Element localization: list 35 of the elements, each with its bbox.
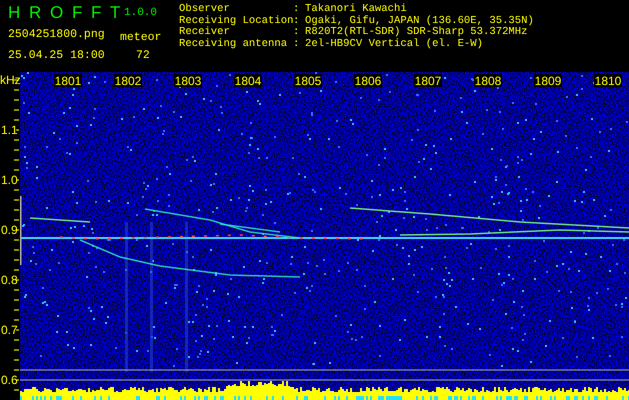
time-label: 1806	[354, 74, 382, 88]
file-name: 2504251800.png	[8, 27, 106, 44]
info-label: Receiving antenna	[179, 38, 288, 50]
time-label: 1808	[474, 74, 502, 88]
frequency-label: 1.1	[1, 123, 18, 137]
version-label: 1.0.0	[123, 6, 158, 21]
frequency-label: 0.6	[1, 373, 18, 387]
time-label: 1805	[294, 74, 322, 88]
time-label: 1801	[54, 74, 82, 88]
info-label: Observer	[179, 4, 231, 15]
time-label: 1810	[594, 74, 622, 88]
frequency-label: 0.8	[1, 273, 18, 287]
info-value: R820T2(RTL-SDR) SDR-Sharp 53.372MHz	[305, 27, 528, 38]
time-label: 1807	[414, 74, 442, 88]
time-label: 1809	[534, 74, 562, 88]
separator: :	[293, 38, 300, 50]
frequency-label: 1.0	[1, 173, 18, 187]
time-label: 1803	[174, 74, 202, 88]
frequency-label: 0.7	[1, 323, 18, 337]
meteor-count: 72	[135, 48, 151, 64]
time-label: 1802	[114, 74, 142, 88]
info-label: Receiving Location	[179, 16, 293, 27]
separator: :	[293, 4, 300, 16]
separator: :	[293, 27, 300, 39]
time-label: 1804	[234, 74, 262, 88]
date-time: 25.04.25 18:00	[8, 48, 106, 64]
meteor-label: meteor	[120, 30, 162, 46]
info-value: Takanori Kawachi	[305, 4, 407, 15]
info-label: Receiver	[179, 27, 230, 38]
app-title: H R O F F T	[8, 2, 120, 24]
info-value: Ogaki, Gifu, JAPAN (136.60E, 35.35N)	[305, 16, 534, 27]
frequency-label: 0.9	[1, 223, 18, 237]
info-value: 2el-HB9CV Vertical (el. E-W)	[305, 38, 484, 50]
unit-label: kHz	[0, 73, 21, 87]
separator: :	[293, 16, 300, 28]
